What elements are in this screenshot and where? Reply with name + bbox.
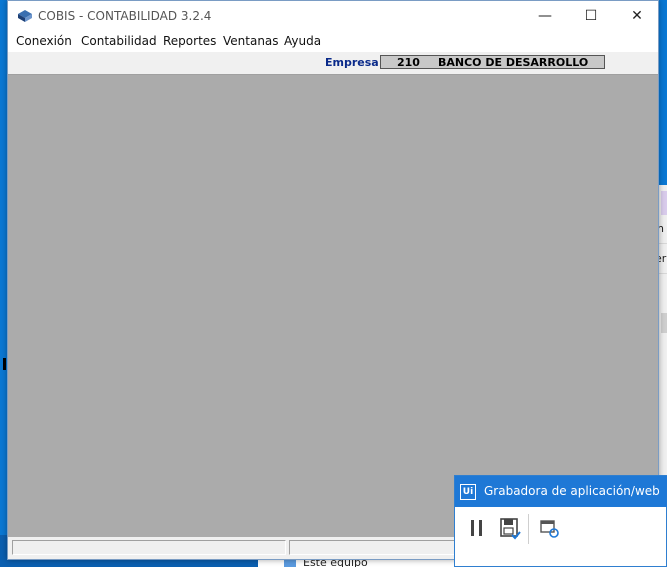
menu-ayuda[interactable]: Ayuda	[284, 34, 321, 48]
maximize-button[interactable]: ☐	[568, 1, 614, 32]
window-refresh-icon[interactable]	[537, 516, 561, 540]
window-title: COBIS - CONTABILIDAD 3.2.4	[38, 9, 212, 23]
menu-reportes[interactable]: Reportes	[163, 34, 216, 48]
company-bar: Empresa: 210 BANCO DE DESARROLLO	[8, 52, 658, 75]
pause-icon[interactable]	[465, 516, 489, 540]
recorder-panel: Ui Grabadora de aplicación/web	[454, 475, 667, 567]
menu-conexion[interactable]: Conexión	[16, 34, 72, 48]
status-panel-1	[12, 540, 286, 555]
menu-ventanas[interactable]: Ventanas	[223, 34, 279, 48]
company-label: Empresa:	[325, 56, 384, 69]
mdi-workspace	[8, 75, 658, 537]
menu-bar: Conexión Contabilidad Reportes Ventanas …	[8, 32, 658, 52]
company-code: 210	[397, 56, 420, 69]
background-window-highlight	[661, 191, 667, 215]
toolbar-divider	[528, 514, 529, 544]
company-field: 210 BANCO DE DESARROLLO	[380, 55, 605, 69]
app-book-icon	[18, 10, 32, 22]
recorder-title-bar[interactable]: Ui Grabadora de aplicación/web	[455, 476, 667, 507]
recorder-title: Grabadora de aplicación/web	[484, 484, 660, 498]
title-bar[interactable]: COBIS - CONTABILIDAD 3.2.4 — ☐ ✕	[8, 1, 658, 32]
text-cursor-icon	[3, 358, 6, 370]
save-icon[interactable]	[498, 516, 522, 540]
uipath-logo-icon: Ui	[460, 484, 476, 500]
minimize-button[interactable]: —	[522, 1, 568, 32]
close-button[interactable]: ✕	[614, 1, 660, 32]
company-name: BANCO DE DESARROLLO	[438, 56, 589, 69]
menu-contabilidad[interactable]: Contabilidad	[81, 34, 157, 48]
